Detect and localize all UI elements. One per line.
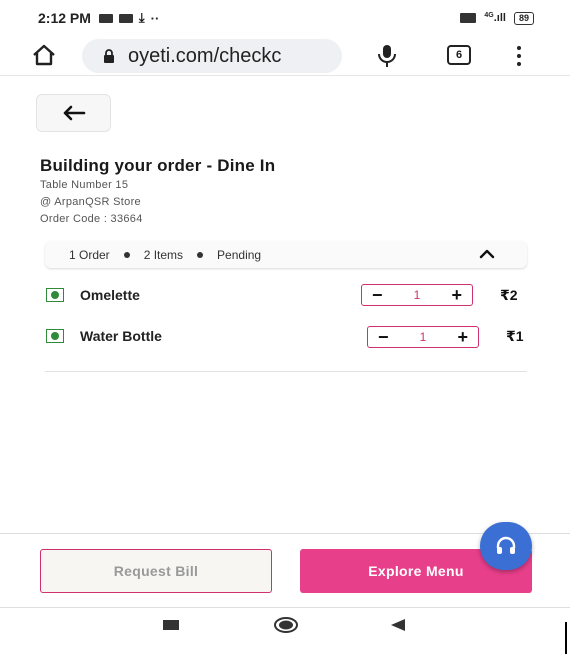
table-number: Table Number 15 <box>40 179 129 191</box>
veg-icon <box>46 288 64 302</box>
status-left: 2:12 PM ⤓ ·· <box>38 10 159 26</box>
request-bill-button[interactable]: Request Bill <box>40 549 272 593</box>
download-icon: ⤓ <box>138 10 145 25</box>
microphone-icon[interactable] <box>376 43 398 69</box>
order-code: Order Code : 33664 <box>40 213 143 225</box>
signal-icon: 4G.ıll <box>484 12 506 24</box>
divider <box>0 607 570 608</box>
browser-toolbar: oyeti.com/checkc 6 <box>0 36 570 76</box>
battery-icon: 89 <box>513 11 534 25</box>
browser-menu-icon[interactable] <box>514 44 524 68</box>
increase-button[interactable]: + <box>457 328 468 346</box>
notification-icons: ⤓ ·· <box>98 10 160 26</box>
decrease-button[interactable]: − <box>378 328 389 346</box>
item-price: ₹1 <box>506 328 524 344</box>
separator-dot <box>197 251 204 258</box>
volte-icon <box>460 13 477 23</box>
back-button[interactable] <box>36 94 111 132</box>
url-text: oyeti.com/checkc <box>128 44 282 67</box>
increase-button[interactable]: + <box>451 286 462 304</box>
more-notifications-icon: ·· <box>150 10 160 26</box>
quantity-stepper: − 1 + <box>361 284 473 306</box>
headset-icon <box>496 536 516 554</box>
chevron-up-icon[interactable] <box>479 248 495 260</box>
home-icon[interactable] <box>30 41 58 69</box>
page-title: Building your order - Dine In <box>40 156 276 175</box>
order-summary-bar[interactable]: 1 Order 2 Items Pending <box>45 241 527 268</box>
network-type: 4G <box>484 12 494 19</box>
divider <box>45 371 527 372</box>
status-bar: 2:12 PM ⤓ ·· 4G.ıll 89 <box>0 0 570 36</box>
item-price: ₹2 <box>500 287 518 303</box>
item-name: Omelette <box>80 287 140 303</box>
order-count: 1 Order <box>69 247 110 262</box>
order-status: Pending <box>217 247 262 262</box>
back-nav-icon[interactable] <box>390 618 406 632</box>
status-right: 4G.ıll 89 <box>460 11 534 25</box>
tab-count: 6 <box>455 49 463 61</box>
quantity-value: 1 <box>413 288 421 302</box>
quantity-value: 1 <box>419 330 427 344</box>
message-icon <box>98 13 113 23</box>
store-name: @ ArpanQSR Store <box>40 196 141 208</box>
lock-icon <box>102 49 116 63</box>
tab-switcher-button[interactable]: 6 <box>447 45 471 65</box>
text-cursor <box>565 622 567 654</box>
item-count: 2 Items <box>143 247 184 262</box>
separator-dot <box>123 251 130 258</box>
status-time: 2:12 PM <box>38 10 91 26</box>
decrease-button[interactable]: − <box>372 286 383 304</box>
veg-icon <box>46 329 64 343</box>
recent-apps-icon[interactable] <box>163 620 179 630</box>
address-bar[interactable]: oyeti.com/checkc <box>82 39 342 73</box>
quantity-stepper: − 1 + <box>367 326 479 348</box>
home-nav-icon[interactable] <box>274 617 298 633</box>
battery-level: 89 <box>518 12 529 23</box>
arrow-left-icon <box>63 105 85 121</box>
support-button[interactable] <box>480 522 532 570</box>
message-icon <box>118 13 133 23</box>
item-name: Water Bottle <box>80 328 162 344</box>
